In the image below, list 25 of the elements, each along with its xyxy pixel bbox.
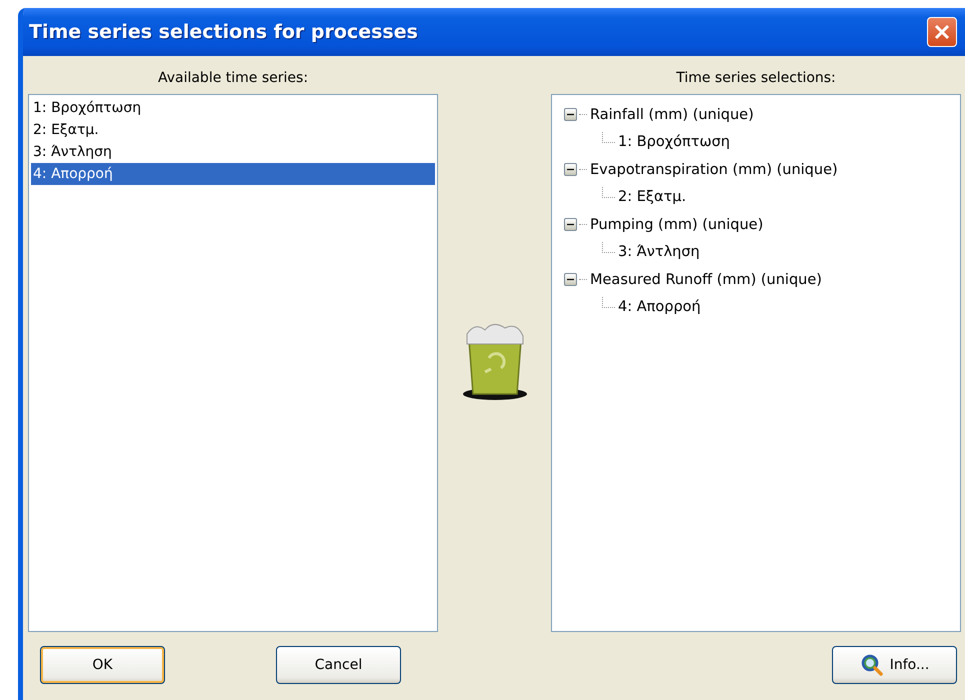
collapse-icon[interactable] [564,108,577,122]
close-button[interactable] [927,17,957,47]
collapse-icon[interactable] [564,218,577,232]
cancel-button[interactable]: Cancel [276,646,401,684]
ok-button[interactable]: OK [40,646,165,684]
close-icon [933,23,951,41]
tree-item[interactable]: 4: Απορροή [618,299,701,316]
tree-item[interactable]: 3: Άντληση [618,244,700,260]
tree-item[interactable]: 2: Εξατμ. [618,189,686,206]
list-item[interactable]: 3: Άντληση [31,141,435,163]
collapse-icon[interactable] [564,273,577,286]
tree-item[interactable]: Rainfall (mm) (unique) [590,106,754,123]
tree-item[interactable]: 1: Βροχόπτωση [618,134,730,150]
tree-item[interactable]: Measured Runoff (mm) (unique) [590,272,822,288]
info-button[interactable]: Info... [832,646,957,684]
tree-item[interactable]: Evapotranspiration (mm) (unique) [590,162,838,178]
window-title: Time series selections for processes [29,21,418,43]
list-label: Available time series: [156,70,310,86]
list-item[interactable]: 1: Βροχόπτωση [31,97,435,119]
tree-item[interactable]: Pumping (mm) (unique) [590,216,764,233]
collapse-icon[interactable] [564,163,577,176]
list-item[interactable]: 2: Εξατμ. [31,119,435,141]
magnifier-icon [860,653,884,677]
list-item[interactable]: 4: Απορροή [31,163,435,185]
tree-label: Time series selections: [675,70,837,86]
